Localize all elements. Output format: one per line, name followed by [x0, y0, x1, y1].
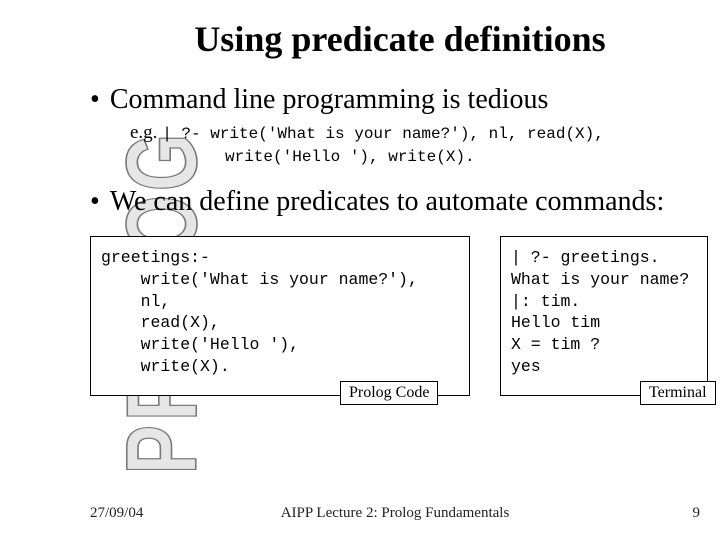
terminal-label: Terminal: [640, 381, 716, 405]
footer-page-number: 9: [693, 505, 701, 522]
slide-footer: 27/09/04 AIPP Lecture 2: Prolog Fundamen…: [90, 505, 700, 522]
example-prefix: e.g.: [130, 122, 157, 143]
example-line-2: write('Hello '), write(X).: [90, 148, 710, 166]
prolog-code-label: Prolog Code: [340, 381, 438, 405]
bullet-1: Command line programming is tedious: [90, 84, 710, 116]
slide: PROLOG Using predicate definitions Comma…: [0, 0, 720, 540]
example-line-1: e.g. | ?- write('What is your name?'), n…: [90, 122, 710, 144]
bullet-2: We can define predicates to automate com…: [90, 186, 710, 218]
example-code-1: | ?- write('What is your name?'), nl, re…: [162, 125, 604, 143]
slide-title: Using predicate definitions: [90, 18, 710, 60]
footer-date: 27/09/04: [90, 505, 143, 522]
prolog-code-box: greetings:- write('What is your name?'),…: [90, 236, 470, 396]
footer-center: AIPP Lecture 2: Prolog Fundamentals: [90, 505, 700, 522]
code-boxes-area: greetings:- write('What is your name?'),…: [90, 236, 710, 421]
slide-content: Using predicate definitions Command line…: [90, 0, 710, 540]
terminal-box: | ?- greetings. What is your name? |: ti…: [500, 236, 708, 396]
